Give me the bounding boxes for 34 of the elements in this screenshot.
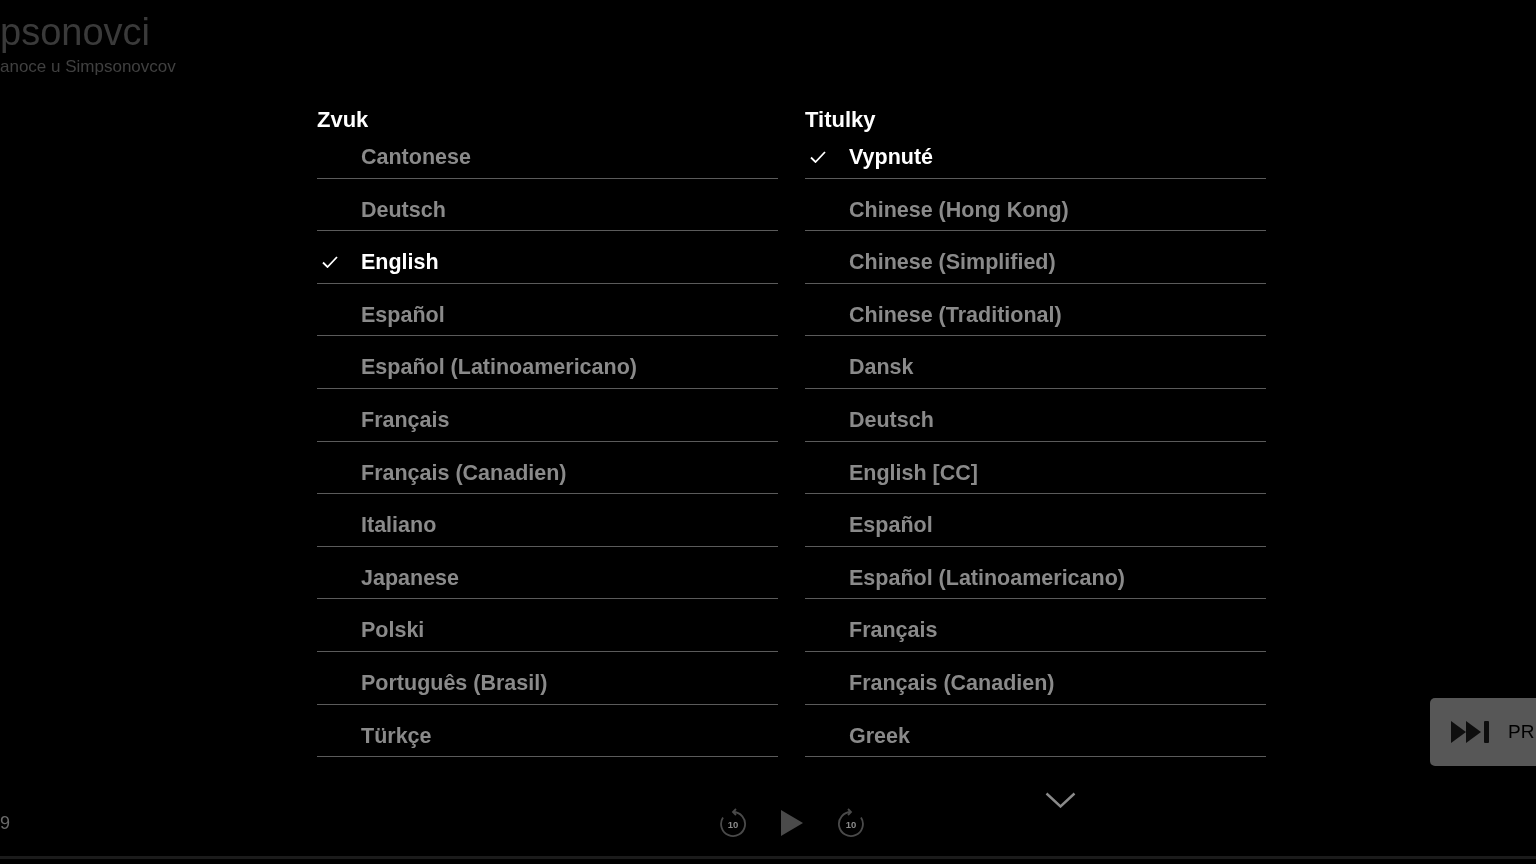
- language-option[interactable]: Chinese (Simplified): [805, 231, 1266, 284]
- language-option[interactable]: Español (Latinoamericano): [805, 546, 1266, 600]
- check-icon: [322, 256, 338, 269]
- language-option[interactable]: Español: [805, 494, 1266, 547]
- episode-title: anoce u Simpsonovcov: [0, 57, 176, 77]
- language-option[interactable]: Español (Latinoamericano): [317, 336, 778, 389]
- play-icon[interactable]: [781, 810, 803, 837]
- check-icon: [810, 151, 826, 163]
- show-title: psonovci: [0, 10, 150, 55]
- language-option[interactable]: Chinese (Hong Kong): [805, 178, 1266, 232]
- language-option[interactable]: Français: [317, 388, 778, 442]
- language-option[interactable]: Français (Canadien): [317, 441, 778, 495]
- column-heading: Zvuk: [317, 108, 369, 131]
- language-option[interactable]: Italiano: [317, 494, 778, 547]
- language-option[interactable]: Français: [805, 599, 1266, 652]
- language-option[interactable]: Cantonese: [317, 131, 778, 179]
- language-option[interactable]: English: [317, 231, 778, 284]
- language-option[interactable]: Türkçe: [317, 704, 778, 758]
- language-option[interactable]: Português (Brasil): [317, 651, 778, 705]
- language-option[interactable]: Español: [317, 283, 778, 337]
- language-option[interactable]: Greek: [805, 704, 1266, 758]
- chevron-down-icon[interactable]: [1045, 792, 1076, 809]
- language-option[interactable]: Polski: [317, 599, 778, 652]
- language-option[interactable]: Chinese (Traditional): [805, 283, 1266, 337]
- time-label: 9: [0, 813, 10, 834]
- language-option[interactable]: Japanese: [317, 546, 778, 600]
- language-option[interactable]: Deutsch: [317, 178, 778, 232]
- skip-forward-icon: [1451, 720, 1492, 744]
- language-option[interactable]: Deutsch: [805, 388, 1266, 442]
- language-option[interactable]: Vypnuté: [805, 131, 1266, 179]
- language-option[interactable]: Français (Canadien): [805, 651, 1266, 705]
- language-option[interactable]: Dansk: [805, 336, 1266, 389]
- language-option[interactable]: English [CC]: [805, 441, 1266, 495]
- column-heading: Titulky: [805, 108, 876, 131]
